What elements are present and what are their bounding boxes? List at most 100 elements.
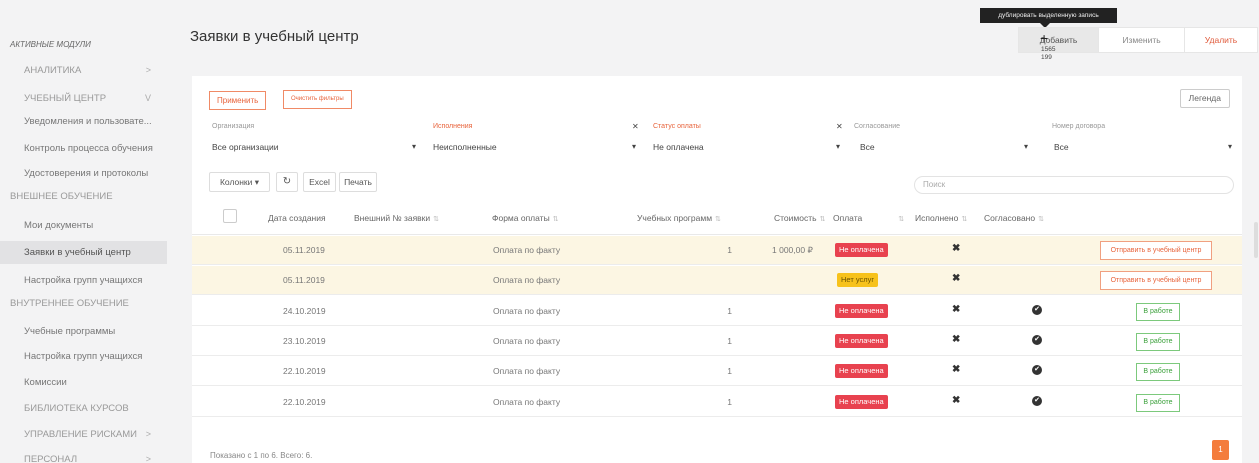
col-external-number[interactable]: Внешний № заявки ⇅ — [354, 213, 439, 223]
table-row[interactable]: 05.11.2019 Оплата по факту Нет услуг ✖ О… — [192, 266, 1242, 295]
sidebar-item-notifications[interactable]: Уведомления и пользовате... — [0, 110, 167, 133]
col-created-date[interactable]: Дата создания — [268, 213, 326, 223]
excel-button[interactable]: Excel — [303, 172, 336, 192]
sidebar-item-internal-groups[interactable]: Настройка групп учащихся — [0, 345, 167, 368]
chevron-down-icon[interactable]: ▾ — [1024, 142, 1028, 151]
cell-date: 22.10.2019 — [283, 366, 326, 376]
cell-payment-form: Оплата по факту — [493, 306, 561, 316]
pagination-summary: Показано с 1 по 6. Всего: 6. — [210, 451, 313, 460]
sidebar-item-label: БИБЛИОТЕКА КУРСОВ — [24, 403, 129, 414]
sidebar-item-label: Комиссии — [24, 377, 67, 388]
status-badge: Не оплачена — [835, 364, 888, 378]
edit-button[interactable]: Изменить — [1099, 28, 1185, 52]
sort-icon: ⇅ — [898, 216, 905, 223]
columns-button[interactable]: Колонки ▾ — [209, 172, 270, 192]
search-input[interactable]: Поиск — [914, 176, 1234, 194]
sidebar-item-label: Учебные программы — [24, 326, 116, 337]
table-row[interactable]: 22.10.2019 Оплата по факту 1 Не оплачена… — [192, 388, 1242, 417]
sidebar-item-training-center[interactable]: УЧЕБНЫЙ ЦЕНТР v — [0, 87, 167, 110]
sidebar-item-course-library[interactable]: БИБЛИОТЕКА КУРСОВ — [0, 397, 167, 420]
table-row[interactable]: 22.10.2019 Оплата по факту 1 Не оплачена… — [192, 357, 1242, 386]
sidebar-item-analytics[interactable]: АНАЛИТИКА > — [0, 59, 167, 82]
sidebar-group-internal-training: ВНУТРЕННЕЕ ОБУЧЕНИЕ — [0, 292, 167, 315]
chevron-down-icon[interactable]: ▾ — [1228, 142, 1232, 151]
in-progress-button[interactable]: В работе — [1136, 363, 1180, 381]
add-button[interactable]: Добавить — [1019, 28, 1099, 52]
col-approved[interactable]: Согласовано ⇅ — [984, 213, 1044, 223]
table-row[interactable]: 05.11.2019 Оплата по факту 1 1 000,00 ₽ … — [192, 236, 1242, 265]
filter-approval-label: Согласование — [854, 123, 900, 130]
send-to-training-center-button[interactable]: Отправить в учебный центр — [1100, 241, 1212, 260]
filter-execution-label: Исполнения — [433, 123, 473, 130]
sidebar-section-title: АКТИВНЫЕ МОДУЛИ — [10, 40, 91, 49]
sidebar-item-label: УЧЕБНЫЙ ЦЕНТР — [24, 93, 107, 104]
pagination-page-button[interactable]: 1 — [1212, 440, 1229, 460]
col-executed[interactable]: Исполнено ⇅ — [915, 213, 967, 223]
sidebar-item-programs[interactable]: Учебные программы — [0, 320, 167, 343]
delete-button[interactable]: Удалить — [1185, 28, 1257, 52]
cell-programs: 1 — [727, 336, 732, 346]
cell-programs: 1 — [727, 245, 732, 255]
sidebar-item-certificates[interactable]: Удостоверения и протоколы — [0, 162, 167, 185]
in-progress-button[interactable]: В работе — [1136, 303, 1180, 321]
send-to-training-center-button[interactable]: Отправить в учебный центр — [1100, 271, 1212, 290]
filter-payment-status-select[interactable]: Не оплачена — [653, 142, 704, 152]
filter-approval-select[interactable]: Все — [860, 142, 875, 152]
status-badge: Не оплачена — [835, 395, 888, 409]
chevron-right-icon: > — [145, 65, 151, 75]
refresh-icon[interactable]: ↻ — [276, 172, 298, 192]
in-progress-button[interactable]: В работе — [1136, 333, 1180, 351]
select-all-checkbox[interactable] — [223, 209, 237, 223]
sidebar-item-label: Контроль процесса обучения — [24, 143, 153, 154]
status-badge: Нет услуг — [837, 273, 879, 287]
sidebar-item-student-groups[interactable]: Настройка групп учащихся — [0, 269, 167, 292]
sort-icon: ⇅ — [552, 216, 559, 223]
scrollbar-handle[interactable] — [1254, 222, 1258, 258]
chevron-down-icon[interactable]: ▾ — [412, 142, 416, 151]
cross-icon: ✖ — [952, 304, 961, 315]
table-header: Дата создания Внешний № заявки ⇅ Форма оп… — [192, 203, 1242, 235]
cursor-x: 1565 — [1041, 46, 1056, 53]
chevron-down-icon[interactable]: ▾ — [836, 142, 840, 151]
clear-filters-button[interactable]: Очистить фильтры — [283, 90, 352, 109]
print-button[interactable]: Печать — [339, 172, 377, 192]
filter-organization-select[interactable]: Все организации — [212, 142, 279, 152]
filter-organization-label: Организация — [212, 123, 255, 130]
sidebar-item-label: Удостоверения и протоколы — [24, 168, 149, 179]
sidebar-item-learning-control[interactable]: Контроль процесса обучения — [0, 137, 167, 160]
filter-contract-label: Номер договора — [1052, 123, 1106, 130]
sidebar: АКТИВНЫЕ МОДУЛИ АНАЛИТИКА > УЧЕБНЫЙ ЦЕНТ… — [0, 0, 167, 463]
chevron-right-icon: > — [145, 429, 151, 439]
cross-icon: ✖ — [952, 364, 961, 375]
filter-execution-select[interactable]: Неисполненные — [433, 142, 497, 152]
clear-icon[interactable]: ✕ — [836, 122, 843, 131]
sidebar-item-my-documents[interactable]: Мои документы — [0, 214, 167, 237]
apply-button[interactable]: Применить — [209, 91, 267, 110]
in-progress-button[interactable]: В работе — [1136, 394, 1180, 412]
page-title: Заявки в учебный центр — [190, 28, 359, 45]
table-row[interactable]: 23.10.2019 Оплата по факту 1 Не оплачена… — [192, 327, 1242, 356]
clear-icon[interactable]: ✕ — [632, 122, 639, 131]
cell-date: 22.10.2019 — [283, 397, 326, 407]
check-circle-icon: ✔ — [1032, 305, 1042, 315]
sidebar-item-personnel[interactable]: ПЕРСОНАЛ > — [0, 448, 167, 463]
col-payment[interactable]: Оплата ⇅ — [833, 213, 904, 223]
check-circle-icon: ✔ — [1032, 365, 1042, 375]
sidebar-item-risk-management[interactable]: УПРАВЛЕНИЕ РИСКАМИ > — [0, 423, 167, 446]
chevron-down-icon[interactable]: ▾ — [632, 142, 636, 151]
col-cost[interactable]: Стоимость ⇅ — [774, 213, 825, 223]
sidebar-item-training-requests[interactable]: Заявки в учебный центр — [0, 241, 167, 264]
filter-payment-status-label: Статус оплаты — [653, 123, 701, 130]
sidebar-item-label: Уведомления и пользовате... — [24, 116, 152, 127]
sidebar-item-commissions[interactable]: Комиссии — [0, 371, 167, 394]
cell-payment-form: Оплата по факту — [493, 366, 561, 376]
filter-contract-select[interactable]: Все — [1054, 142, 1069, 152]
sidebar-item-label: ВНУТРЕННЕЕ ОБУЧЕНИЕ — [10, 298, 129, 309]
table-row[interactable]: 24.10.2019 Оплата по факту 1 Не оплачена… — [192, 297, 1242, 326]
cell-payment-form: Оплата по факту — [493, 275, 561, 285]
col-payment-form[interactable]: Форма оплаты ⇅ — [492, 213, 559, 223]
legend-button[interactable]: Легенда — [1179, 89, 1230, 108]
status-badge: Не оплачена — [835, 304, 888, 318]
status-badge: Не оплачена — [835, 243, 888, 257]
col-programs-count[interactable]: Учебных программ ⇅ — [637, 213, 721, 223]
